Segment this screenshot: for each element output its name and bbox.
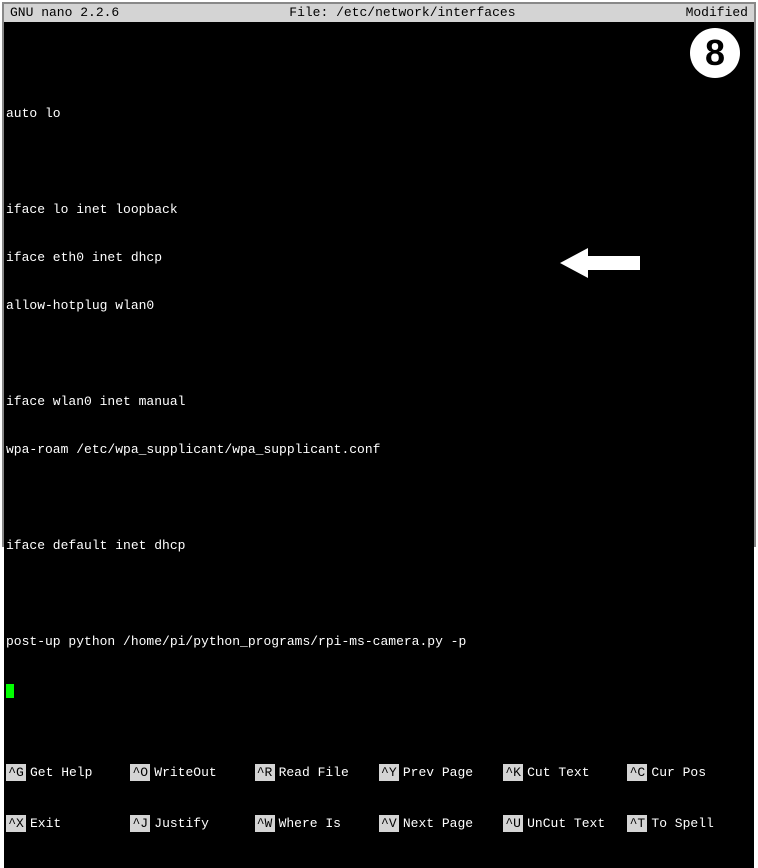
shortcut-label: WriteOut (154, 764, 216, 781)
shortcut-writeout[interactable]: ^O WriteOut (130, 764, 254, 781)
shortcut-cut-text[interactable]: ^K Cut Text (503, 764, 627, 781)
shortcut-label: Next Page (403, 815, 473, 832)
shortcut-next-page[interactable]: ^V Next Page (379, 815, 503, 832)
shortcut-label: Read File (279, 764, 349, 781)
shortcut-row: ^X Exit ^J Justify ^W Where Is ^V Next P… (6, 815, 752, 832)
editor-line (6, 58, 754, 74)
arrow-left-icon (560, 246, 640, 284)
shortcut-label: To Spell (651, 815, 713, 832)
editor-title-bar: GNU nano 2.2.6 File: /etc/network/interf… (4, 4, 754, 22)
shortcut-exit[interactable]: ^X Exit (6, 815, 130, 832)
editor-line: allow-hotplug wlan0 (6, 298, 754, 314)
text-cursor (6, 684, 14, 698)
editor-line: wpa-roam /etc/wpa_supplicant/wpa_supplic… (6, 442, 754, 458)
shortcut-label: Cut Text (527, 764, 589, 781)
editor-file-label: File: /etc/network/interfaces (119, 4, 685, 22)
editor-app-name: GNU nano 2.2.6 (10, 4, 119, 22)
editor-line (6, 346, 754, 362)
shortcut-label: UnCut Text (527, 815, 605, 832)
shortcut-key: ^J (130, 815, 150, 832)
shortcut-label: Prev Page (403, 764, 473, 781)
shortcut-key: ^K (503, 764, 523, 781)
shortcut-label: Get Help (30, 764, 92, 781)
shortcut-label: Justify (154, 815, 209, 832)
shortcut-key: ^Y (379, 764, 399, 781)
editor-line: post-up python /home/pi/python_programs/… (6, 634, 754, 650)
step-number-badge: 8 (690, 28, 740, 78)
shortcut-key: ^R (255, 764, 275, 781)
shortcut-key: ^C (627, 764, 647, 781)
shortcut-key: ^U (503, 815, 523, 832)
editor-line: iface default inet dhcp (6, 538, 754, 554)
terminal-window: GNU nano 2.2.6 File: /etc/network/interf… (2, 2, 756, 547)
editor-line: iface wlan0 inet manual (6, 394, 754, 410)
shortcut-read-file[interactable]: ^R Read File (255, 764, 379, 781)
editor-line (6, 490, 754, 506)
shortcut-row: ^G Get Help ^O WriteOut ^R Read File ^Y … (6, 764, 752, 781)
editor-line (6, 586, 754, 602)
shortcut-key: ^T (627, 815, 647, 832)
shortcut-key: ^X (6, 815, 26, 832)
shortcut-prev-page[interactable]: ^Y Prev Page (379, 764, 503, 781)
shortcut-label: Cur Pos (651, 764, 706, 781)
editor-line: auto lo (6, 106, 754, 122)
shortcut-uncut-text[interactable]: ^U UnCut Text (503, 815, 627, 832)
shortcut-bar: ^G Get Help ^O WriteOut ^R Read File ^Y … (4, 730, 754, 868)
shortcut-key: ^O (130, 764, 150, 781)
shortcut-key: ^G (6, 764, 26, 781)
editor-modified-status: Modified (686, 4, 748, 22)
shortcut-label: Where Is (279, 815, 341, 832)
shortcut-label: Exit (30, 815, 61, 832)
shortcut-get-help[interactable]: ^G Get Help (6, 764, 130, 781)
editor-line: iface lo inet loopback (6, 202, 754, 218)
editor-line (6, 154, 754, 170)
shortcut-key: ^W (255, 815, 275, 832)
shortcut-justify[interactable]: ^J Justify (130, 815, 254, 832)
shortcut-to-spell[interactable]: ^T To Spell (627, 815, 751, 832)
editor-text-area[interactable]: auto lo iface lo inet loopback iface eth… (4, 22, 754, 730)
editor-line: iface eth0 inet dhcp (6, 250, 754, 266)
shortcut-where-is[interactable]: ^W Where Is (255, 815, 379, 832)
shortcut-cur-pos[interactable]: ^C Cur Pos (627, 764, 751, 781)
shortcut-key: ^V (379, 815, 399, 832)
editor-cursor-line (6, 682, 754, 698)
